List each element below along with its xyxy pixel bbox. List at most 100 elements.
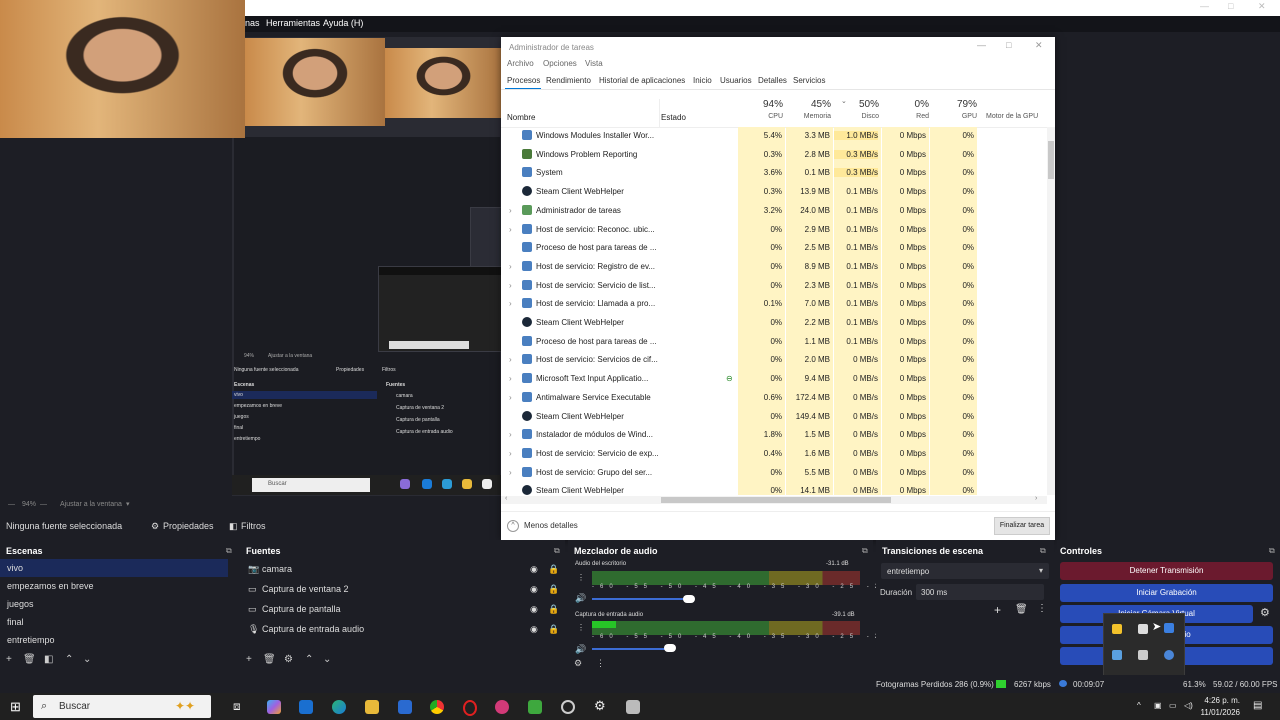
copilot-icon[interactable] xyxy=(267,700,281,714)
tm-menu-view[interactable]: Vista xyxy=(585,59,603,68)
end-task-button[interactable]: Finalizar tarea xyxy=(994,517,1050,535)
tm-menu-file[interactable]: Archivo xyxy=(507,59,534,68)
tab-users[interactable]: Usuarios xyxy=(720,76,752,85)
col-gpu[interactable]: GPU xyxy=(931,113,977,120)
process-row[interactable]: › Host de servicio: Servicios de cif... 0%… xyxy=(501,351,1047,370)
tm-minimize-icon[interactable]: — xyxy=(977,40,986,50)
chevron-up-icon[interactable]: ^ xyxy=(507,520,519,532)
vertical-scrollbar[interactable] xyxy=(1047,127,1055,495)
file-explorer-icon[interactable] xyxy=(365,700,379,714)
maximize-icon[interactable]: □ xyxy=(1228,1,1233,11)
zoom-minus[interactable]: — xyxy=(8,501,15,508)
task-manager-icon[interactable] xyxy=(626,700,640,714)
tray-app-icon[interactable] xyxy=(1112,624,1122,634)
undock-icon[interactable]: ⧉ xyxy=(1040,546,1046,556)
move-up-icon[interactable]: ⌃ xyxy=(305,654,313,665)
filters-button[interactable]: Filtros xyxy=(241,521,266,531)
process-row[interactable]: › Host de servicio: Servicio de exp... 0.4… xyxy=(501,445,1047,464)
scene-item[interactable]: final xyxy=(0,613,228,631)
volume-knob[interactable] xyxy=(683,595,695,603)
col-disk[interactable]: Disco xyxy=(833,113,879,120)
volume-slider[interactable] xyxy=(592,598,692,600)
menu-item[interactable]: nas xyxy=(245,18,260,28)
taskbar-search[interactable]: ⌕ Buscar ✦✦ xyxy=(33,695,211,718)
volume-slider[interactable] xyxy=(592,648,672,650)
gear-icon[interactable]: ⚙ xyxy=(1260,606,1270,619)
xbox-game-icon[interactable] xyxy=(528,700,542,714)
task-view-icon[interactable]: ⧈ xyxy=(233,699,241,714)
menu-tools[interactable]: Herramientas xyxy=(266,18,320,28)
tab-details[interactable]: Detalles xyxy=(758,76,787,85)
edge-icon[interactable] xyxy=(332,700,346,714)
tm-close-icon[interactable]: ✕ xyxy=(1035,40,1043,51)
trash-icon[interactable]: 🗑 xyxy=(23,654,36,665)
undock-icon[interactable]: ⧉ xyxy=(862,546,868,556)
col-status[interactable]: Estado xyxy=(661,113,686,122)
process-row[interactable]: › Host de servicio: Grupo del ser... 0% 5.5… xyxy=(501,464,1047,483)
eye-icon[interactable]: ◉ xyxy=(530,584,538,595)
lock-icon[interactable]: 🔒 xyxy=(548,564,559,575)
store-icon[interactable] xyxy=(398,700,412,714)
expand-chevron-icon[interactable]: › xyxy=(509,430,512,439)
scene-item[interactable]: juegos xyxy=(0,595,228,613)
process-row[interactable]: › Antimalware Service Executable 0.6% 172.4… xyxy=(501,389,1047,408)
tray-app-icon[interactable] xyxy=(1112,650,1122,660)
clock-time[interactable]: 4:26 p. m. xyxy=(1200,696,1240,705)
steam-icon[interactable] xyxy=(1164,650,1174,660)
add-icon[interactable]: + xyxy=(246,654,252,665)
minimize-icon[interactable]: — xyxy=(1200,1,1209,11)
clock-date[interactable]: 11/01/2026 xyxy=(1200,708,1240,717)
expand-chevron-icon[interactable]: › xyxy=(509,449,512,458)
move-up-icon[interactable]: ⌃ xyxy=(65,654,73,665)
outlook-icon[interactable] xyxy=(299,700,313,714)
opera-icon[interactable] xyxy=(463,700,477,716)
process-row[interactable]: Steam Client WebHelper 0% 2.2 MB 0.1 MB/s 0 … xyxy=(501,314,1047,333)
kebab-menu-icon[interactable]: ⋮ xyxy=(1037,603,1047,614)
speaker-icon[interactable]: 🔊 xyxy=(575,593,586,604)
process-row[interactable]: Steam Client WebHelper 0.3% 13.9 MB 0.1 MB/… xyxy=(501,183,1047,202)
windows-start-icon[interactable]: ⊞ xyxy=(10,699,21,715)
expand-chevron-icon[interactable]: › xyxy=(509,355,512,364)
zoom-plus[interactable]: — xyxy=(40,501,47,508)
process-row[interactable]: › Host de servicio: Llamada a pro... 0.1% 7… xyxy=(501,295,1047,314)
close-icon[interactable]: ✕ xyxy=(1258,1,1266,12)
expand-chevron-icon[interactable]: › xyxy=(509,299,512,308)
duration-spinbox[interactable]: 300 ms xyxy=(916,584,1044,600)
col-name[interactable]: Nombre xyxy=(507,113,535,122)
process-row[interactable]: › Administrador de tareas 3.2% 24.0 MB 0.1 M… xyxy=(501,202,1047,221)
hscrollbar-thumb[interactable] xyxy=(661,497,891,503)
move-down-icon[interactable]: ⌄ xyxy=(83,654,91,665)
tab-processes[interactable]: Procesos xyxy=(507,76,540,85)
process-row[interactable]: System 3.6% 0.1 MB 0.3 MB/s 0 Mbps 0% xyxy=(501,164,1047,183)
undock-icon[interactable]: ⧉ xyxy=(554,546,560,556)
stop-stream-button[interactable]: Detener Transmisión xyxy=(1060,562,1273,580)
start-recording-button[interactable]: Iniciar Grabación xyxy=(1060,584,1273,602)
source-item[interactable]: ▭ Captura de ventana 2 ◉ 🔒 xyxy=(240,580,560,598)
transition-select[interactable]: entretiempo ▾ xyxy=(881,563,1049,579)
trash-icon[interactable]: 🗑 xyxy=(1015,604,1028,615)
obs-taskbar-icon[interactable] xyxy=(561,700,575,714)
task-manager-window[interactable]: Administrador de tareas — □ ✕ Archivo Op… xyxy=(501,37,1055,540)
expand-chevron-icon[interactable]: › xyxy=(509,281,512,290)
app-icon[interactable] xyxy=(495,700,509,714)
tray-app-icon[interactable] xyxy=(1164,623,1174,633)
scroll-left-icon[interactable]: ‹ xyxy=(505,495,507,502)
tab-services[interactable]: Servicios xyxy=(793,76,825,85)
gear-icon[interactable]: ⚙ xyxy=(284,654,293,665)
eye-icon[interactable]: ◉ xyxy=(530,624,538,635)
scroll-right-icon[interactable]: › xyxy=(1035,495,1037,502)
gear-icon[interactable]: ⚙ xyxy=(574,658,582,669)
scene-item-vivo[interactable]: vivo xyxy=(0,559,228,577)
chrome-icon[interactable] xyxy=(430,700,444,714)
expand-chevron-icon[interactable]: › xyxy=(509,374,512,383)
scrollbar-thumb[interactable] xyxy=(1048,141,1054,179)
expand-chevron-icon[interactable]: › xyxy=(509,225,512,234)
chevron-down-icon[interactable]: ▾ xyxy=(126,500,130,508)
process-row[interactable]: › Instalador de módulos de Wind... 1.8% 1.5… xyxy=(501,426,1047,445)
speaker-icon[interactable]: 🔊 xyxy=(575,644,586,655)
eye-icon[interactable]: ◉ xyxy=(530,604,538,615)
col-memory[interactable]: Memoria xyxy=(785,113,831,120)
kebab-menu-icon[interactable]: ⋮ xyxy=(577,573,585,582)
volume-icon[interactable]: ◁) xyxy=(1184,701,1193,710)
process-row[interactable]: › Host de servicio: Servicio de list... 0%… xyxy=(501,277,1047,296)
